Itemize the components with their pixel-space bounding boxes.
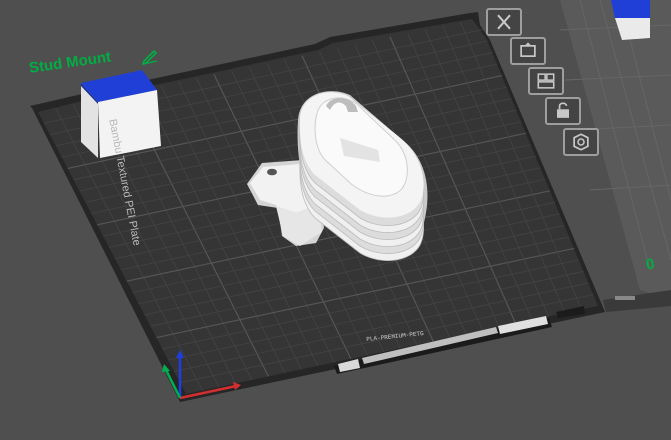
arrange-icon[interactable] [528,67,564,95]
edit-pencil-icon[interactable] [141,47,159,66]
close-x-icon[interactable] [486,8,522,36]
settings-icon[interactable] [563,128,599,156]
lock-icon[interactable] [545,97,581,125]
bracket-hole-1 [267,168,277,176]
auto-orient-icon[interactable] [510,37,546,65]
